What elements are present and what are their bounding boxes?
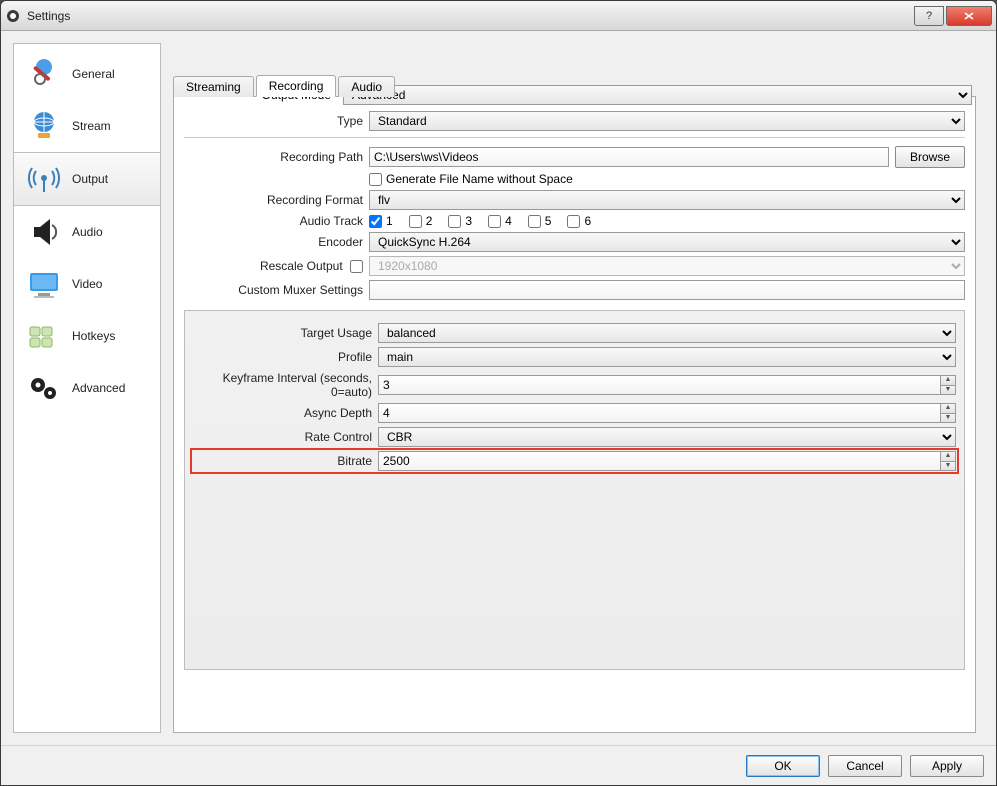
profile-select[interactable]: main <box>378 347 956 367</box>
antenna-icon <box>24 161 64 197</box>
globe-icon <box>24 108 64 144</box>
app-icon <box>5 8 21 24</box>
track-2-checkbox[interactable]: 2 <box>409 214 433 228</box>
type-row: Type Standard <box>184 111 965 131</box>
profile-label: Profile <box>193 350 378 364</box>
sidebar-item-label: Audio <box>72 225 103 239</box>
muxer-label: Custom Muxer Settings <box>184 283 369 297</box>
help-button[interactable]: ? <box>914 6 944 26</box>
apply-button[interactable]: Apply <box>910 755 984 777</box>
bitrate-field[interactable]: ▲▼ <box>378 451 956 471</box>
window-buttons: ? <box>912 6 992 26</box>
track-5-checkbox[interactable]: 5 <box>528 214 552 228</box>
keyframe-row: Keyframe Interval (seconds, 0=auto) ▲▼ <box>193 371 956 399</box>
track-3-checkbox[interactable]: 3 <box>448 214 472 228</box>
rescale-checkbox[interactable] <box>350 260 363 273</box>
main-panel: Output Mode Advanced Streaming Recording… <box>161 43 984 733</box>
rescale-label: Rescale Output <box>184 259 369 273</box>
path-input[interactable] <box>369 147 889 167</box>
track-1-checkbox[interactable]: 1 <box>369 214 393 228</box>
spin-down-icon[interactable]: ▼ <box>940 413 956 424</box>
ratecontrol-select[interactable]: CBR <box>378 427 956 447</box>
tab-audio[interactable]: Audio <box>338 76 395 97</box>
nospace-row: Generate File Name without Space <box>184 172 965 186</box>
output-mode-select[interactable]: Advanced <box>343 85 972 105</box>
titlebar: Settings ? <box>1 1 996 31</box>
rescale-select: 1920x1080 <box>369 256 965 276</box>
settings-window: Settings ? General Stream Output <box>0 0 997 786</box>
track-6-checkbox[interactable]: 6 <box>567 214 591 228</box>
encoder-label: Encoder <box>184 235 369 249</box>
keyboard-icon <box>24 318 64 354</box>
asyncdepth-row: Async Depth ▲▼ <box>193 403 956 423</box>
footer: OK Cancel Apply <box>1 745 996 785</box>
asyncdepth-field[interactable]: ▲▼ <box>378 403 956 423</box>
speaker-icon <box>24 214 64 250</box>
audiotrack-label: Audio Track <box>184 214 369 228</box>
spin-up-icon[interactable]: ▲ <box>940 451 956 461</box>
format-select[interactable]: flv <box>369 190 965 210</box>
tab-streaming[interactable]: Streaming <box>173 76 254 97</box>
spin-down-icon[interactable]: ▼ <box>940 385 956 396</box>
target-usage-label: Target Usage <box>193 326 378 340</box>
format-label: Recording Format <box>184 193 369 207</box>
keyframe-label: Keyframe Interval (seconds, 0=auto) <box>193 371 378 399</box>
ratecontrol-row: Rate Control CBR <box>193 427 956 447</box>
muxer-input[interactable] <box>369 280 965 300</box>
window-title: Settings <box>27 9 912 23</box>
type-label: Type <box>184 114 369 128</box>
path-row: Recording Path Browse <box>184 146 965 168</box>
sidebar-item-hotkeys[interactable]: Hotkeys <box>14 310 160 362</box>
tab-recording[interactable]: Recording <box>256 75 337 97</box>
sidebar-item-output[interactable]: Output <box>14 152 160 206</box>
wrench-icon <box>24 56 64 92</box>
sidebar-item-label: Output <box>72 172 108 186</box>
audiotrack-checks: 1 2 3 4 5 6 <box>369 214 965 228</box>
sidebar-item-stream[interactable]: Stream <box>14 100 160 152</box>
bitrate-label: Bitrate <box>193 454 378 468</box>
audiotrack-row: Audio Track 1 2 3 4 5 6 <box>184 214 965 228</box>
recording-panel: Type Standard Recording Path Browse Gene… <box>173 97 976 733</box>
sidebar-item-audio[interactable]: Audio <box>14 206 160 258</box>
muxer-row: Custom Muxer Settings <box>184 280 965 300</box>
type-select[interactable]: Standard <box>369 111 965 131</box>
browse-button[interactable]: Browse <box>895 146 965 168</box>
sidebar-item-general[interactable]: General <box>14 48 160 100</box>
encoder-subpanel: Target Usage balanced Profile main Keyfr… <box>184 310 965 670</box>
sidebar-item-label: Advanced <box>72 381 125 395</box>
ok-button[interactable]: OK <box>746 755 820 777</box>
profile-row: Profile main <box>193 347 956 367</box>
close-button[interactable] <box>946 6 992 26</box>
gears-icon <box>24 370 64 406</box>
spin-up-icon[interactable]: ▲ <box>940 375 956 385</box>
path-label: Recording Path <box>184 150 369 164</box>
spin-up-icon[interactable]: ▲ <box>940 403 956 413</box>
sidebar-item-label: Hotkeys <box>72 329 115 343</box>
sidebar-item-video[interactable]: Video <box>14 258 160 310</box>
rescale-row: Rescale Output 1920x1080 <box>184 256 965 276</box>
divider <box>184 137 965 138</box>
sidebar-item-label: Video <box>72 277 102 291</box>
sidebar: General Stream Output Audio Video Hotkey… <box>13 43 161 733</box>
sidebar-item-advanced[interactable]: Advanced <box>14 362 160 414</box>
encoder-select[interactable]: QuickSync H.264 <box>369 232 965 252</box>
asyncdepth-label: Async Depth <box>193 406 378 420</box>
keyframe-field[interactable]: ▲▼ <box>378 375 956 395</box>
sidebar-item-label: General <box>72 67 115 81</box>
target-usage-row: Target Usage balanced <box>193 323 956 343</box>
ratecontrol-label: Rate Control <box>193 430 378 444</box>
track-4-checkbox[interactable]: 4 <box>488 214 512 228</box>
monitor-icon <box>24 266 64 302</box>
cancel-button[interactable]: Cancel <box>828 755 902 777</box>
spin-down-icon[interactable]: ▼ <box>940 461 956 472</box>
bitrate-row: Bitrate ▲▼ <box>193 451 956 471</box>
encoder-row: Encoder QuickSync H.264 <box>184 232 965 252</box>
nospace-checkbox[interactable]: Generate File Name without Space <box>369 172 573 186</box>
target-usage-select[interactable]: balanced <box>378 323 956 343</box>
sidebar-item-label: Stream <box>72 119 111 133</box>
body: General Stream Output Audio Video Hotkey… <box>1 31 996 745</box>
format-row: Recording Format flv <box>184 190 965 210</box>
